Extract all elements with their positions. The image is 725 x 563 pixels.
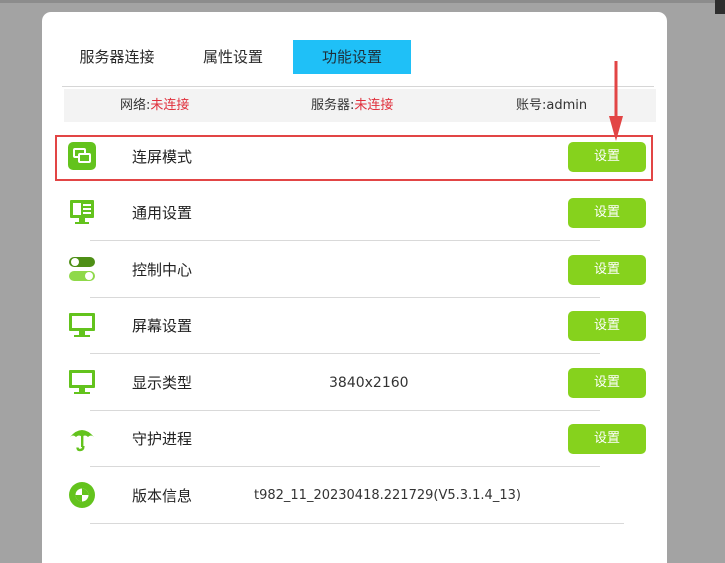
row-divider (90, 466, 600, 467)
server-status-value: 未连接 (354, 98, 394, 113)
annotation-arrow-icon (609, 61, 623, 141)
daemon-process-button[interactable]: 设置 (568, 424, 646, 454)
row-label: 显示类型 (132, 374, 193, 392)
server-status-label: 服务器: (311, 98, 355, 113)
monitor-icon (67, 367, 97, 397)
settings-panel: 服务器连接 属性设置 功能设置 网络:未连接 服务器:未连接 账号:admin … (42, 12, 667, 563)
row-screen-settings: 屏幕设置 设置 (42, 298, 667, 354)
display-resolution-value: 3840x2160 (329, 375, 409, 391)
row-divider (90, 240, 600, 241)
screen-settings-button[interactable]: 设置 (568, 311, 646, 341)
tab-server-connection[interactable]: 服务器连接 (72, 40, 162, 74)
row-label: 通用设置 (132, 204, 193, 222)
server-status: 服务器:未连接 (311, 89, 393, 122)
row-label: 屏幕设置 (132, 317, 193, 335)
monitor-settings-icon (67, 197, 97, 227)
monitor-icon (67, 310, 97, 340)
row-display-type: 显示类型 3840x2160 设置 (42, 355, 667, 411)
network-status: 网络:未连接 (120, 89, 189, 122)
row-label: 控制中心 (132, 261, 193, 279)
control-center-button[interactable]: 设置 (568, 255, 646, 285)
status-bar: 网络:未连接 服务器:未连接 账号:admin (64, 89, 656, 122)
network-status-label: 网络: (120, 98, 151, 113)
tab-function-settings[interactable]: 功能设置 (293, 40, 411, 74)
row-control-center: 控制中心 设置 (42, 242, 667, 298)
display-type-button[interactable]: 设置 (568, 368, 646, 398)
tab-property-settings[interactable]: 属性设置 (188, 40, 278, 74)
top-edge (0, 0, 725, 3)
row-general-settings: 通用设置 设置 (42, 185, 667, 241)
account-status: 账号:admin (516, 98, 588, 113)
row-label: 版本信息 (132, 487, 193, 505)
version-value: t982_11_20230418.221729(V5.3.1.4_13) (254, 488, 521, 503)
general-settings-button[interactable]: 设置 (568, 198, 646, 228)
network-status-value: 未连接 (150, 98, 190, 113)
row-daemon-process: 守护进程 设置 (42, 411, 667, 467)
row-divider (90, 523, 624, 524)
version-icon (67, 480, 97, 510)
tab-bar: 服务器连接 属性设置 功能设置 (62, 40, 654, 87)
row-label: 守护进程 (132, 430, 193, 448)
highlight-box (55, 135, 653, 181)
umbrella-icon (67, 423, 97, 453)
corner-mark (715, 0, 725, 14)
row-version-info: 版本信息 t982_11_20230418.221729(V5.3.1.4_13… (42, 468, 667, 524)
row-divider (90, 353, 600, 354)
toggle-icon (67, 254, 97, 284)
